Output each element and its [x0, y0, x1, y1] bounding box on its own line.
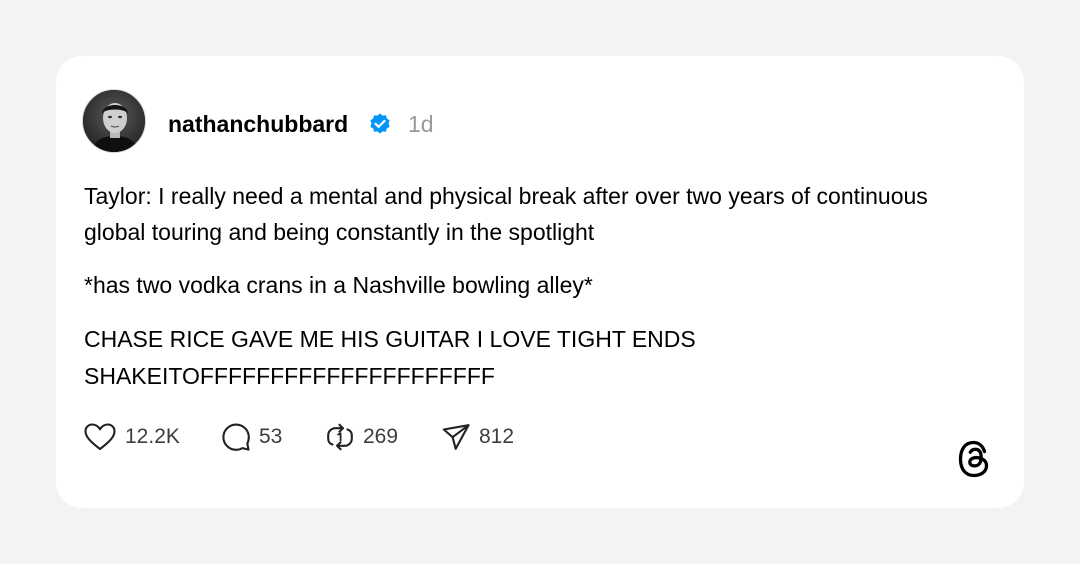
username[interactable]: nathanchubbard — [168, 110, 348, 138]
send-icon — [442, 424, 470, 450]
post-paragraph: CHASE RICE GAVE ME HIS GUITAR I LOVE TIG… — [84, 326, 696, 389]
share-count: 812 — [479, 425, 515, 448]
reply-button[interactable]: 53 — [221, 422, 282, 452]
post-paragraph: Taylor: I really need a mental and physi… — [84, 183, 928, 245]
repost-icon — [327, 423, 353, 451]
reply-count: 53 — [259, 425, 283, 448]
avatar[interactable] — [82, 89, 146, 153]
heart-icon — [84, 423, 116, 451]
post-paragraph: *has two vodka crans in a Nashville bowl… — [84, 272, 593, 298]
post-timestamp[interactable]: 1d — [408, 110, 434, 138]
share-button[interactable]: 812 — [441, 422, 514, 452]
repost-button[interactable]: 269 — [325, 422, 398, 452]
verified-badge-icon — [370, 113, 390, 134]
comment-icon — [222, 423, 250, 451]
threads-logo[interactable] — [955, 437, 995, 481]
post-card: nathanchubbard 1d Taylor: I really need … — [56, 56, 1024, 508]
like-button[interactable]: 12.2K — [83, 422, 180, 452]
repost-count: 269 — [363, 425, 399, 448]
avatar-photo — [83, 90, 145, 152]
post-body: Taylor: I really need a mental and physi… — [84, 178, 984, 395]
like-count: 12.2K — [125, 425, 180, 448]
